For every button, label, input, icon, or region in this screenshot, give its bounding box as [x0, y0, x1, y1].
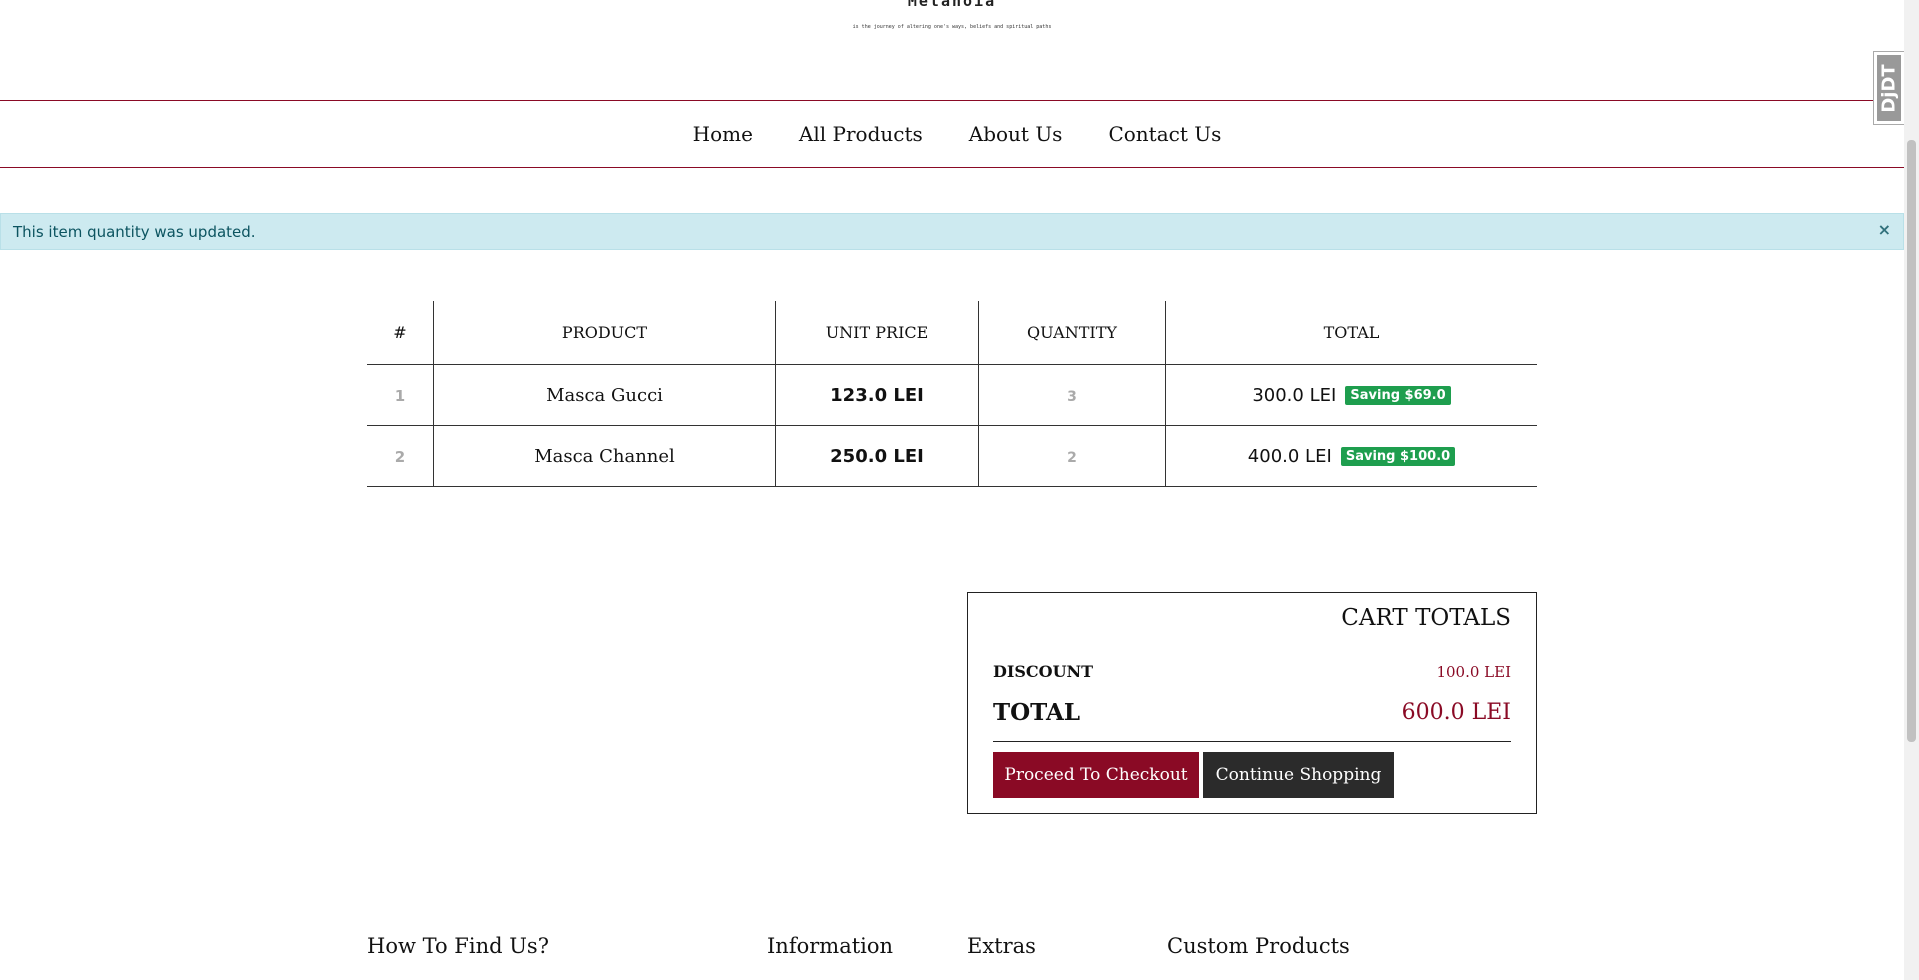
saving-badge: Saving $69.0: [1345, 385, 1451, 405]
debug-toolbar-label: DjDT: [1878, 63, 1900, 113]
row-index: 1: [394, 386, 406, 405]
nav-link-about-us[interactable]: About Us: [969, 122, 1063, 146]
saving-badge: Saving $100.0: [1340, 446, 1456, 466]
alert-message: This item quantity was updated.: [13, 223, 256, 241]
nav-link-home[interactable]: Home: [693, 122, 753, 146]
footer-heading-information: Information: [767, 934, 894, 958]
cart-totals-panel: CART TOTALS DISCOUNT 100.0 LEI TOTAL 600…: [967, 592, 1537, 814]
cart-totals-title: CART TOTALS: [1341, 605, 1511, 631]
column-header-quantity: QUANTITY: [978, 301, 1166, 365]
debug-toolbar-handle[interactable]: DjDT: [1873, 51, 1905, 125]
footer-heading-extras: Extras: [967, 934, 1036, 958]
column-header-total: TOTAL: [1165, 301, 1537, 365]
footer-heading-custom-products: Custom Products: [1167, 934, 1350, 958]
proceed-to-checkout-button[interactable]: Proceed To Checkout: [993, 752, 1199, 798]
line-total: 400.0 LEI: [1247, 445, 1332, 467]
nav-link-all-products[interactable]: All Products: [799, 122, 923, 146]
footer-heading-find-us: How To Find Us?: [367, 934, 549, 958]
scrollbar-thumb[interactable]: [1907, 140, 1916, 742]
unit-price: 250.0 LEI: [830, 445, 924, 467]
nav-link-contact-us[interactable]: Contact Us: [1108, 122, 1221, 146]
alert-banner: This item quantity was updated. ×: [0, 213, 1904, 250]
discount-value: 100.0 LEI: [1436, 663, 1511, 681]
quantity-value[interactable]: 2: [1067, 450, 1077, 466]
nav-items: Home All Products About Us Contact Us: [0, 101, 1904, 167]
table-row: 1 Masca Gucci 123.0 LEI 3 300.0 LEI Savi…: [367, 364, 1537, 426]
table-header-row: # PRODUCT UNIT PRICE QUANTITY TOTAL: [367, 301, 1537, 365]
total-value: 600.0 LEI: [1401, 700, 1511, 725]
product-name[interactable]: Masca Channel: [534, 446, 675, 467]
vertical-scrollbar[interactable]: [1904, 0, 1919, 980]
continue-shopping-button[interactable]: Continue Shopping: [1203, 752, 1394, 798]
totals-divider: [993, 741, 1511, 742]
brand-tagline: is the journey of altering one's ways, b…: [852, 24, 1052, 30]
total-label: TOTAL: [993, 699, 1081, 726]
column-header-product: PRODUCT: [433, 301, 776, 365]
cart-table: # PRODUCT UNIT PRICE QUANTITY TOTAL 1 Ma…: [367, 301, 1537, 487]
brand-logo[interactable]: Metanoia: [0, 0, 1904, 10]
unit-price: 123.0 LEI: [830, 384, 924, 406]
main-navigation: Home All Products About Us Contact Us: [0, 100, 1904, 168]
discount-label: DISCOUNT: [993, 662, 1094, 681]
debug-toolbar-label-box: DjDT: [1877, 55, 1901, 121]
product-name[interactable]: Masca Gucci: [546, 385, 663, 406]
site-header: Metanoia is the journey of altering one'…: [0, 0, 1904, 100]
column-header-number: #: [367, 301, 434, 365]
table-row: 2 Masca Channel 250.0 LEI 2 400.0 LEI Sa…: [367, 425, 1537, 487]
line-total: 300.0 LEI: [1252, 384, 1337, 406]
row-index: 2: [394, 447, 406, 466]
close-icon[interactable]: ×: [1878, 220, 1891, 239]
column-header-unit-price: UNIT PRICE: [775, 301, 979, 365]
quantity-value[interactable]: 3: [1067, 389, 1077, 405]
